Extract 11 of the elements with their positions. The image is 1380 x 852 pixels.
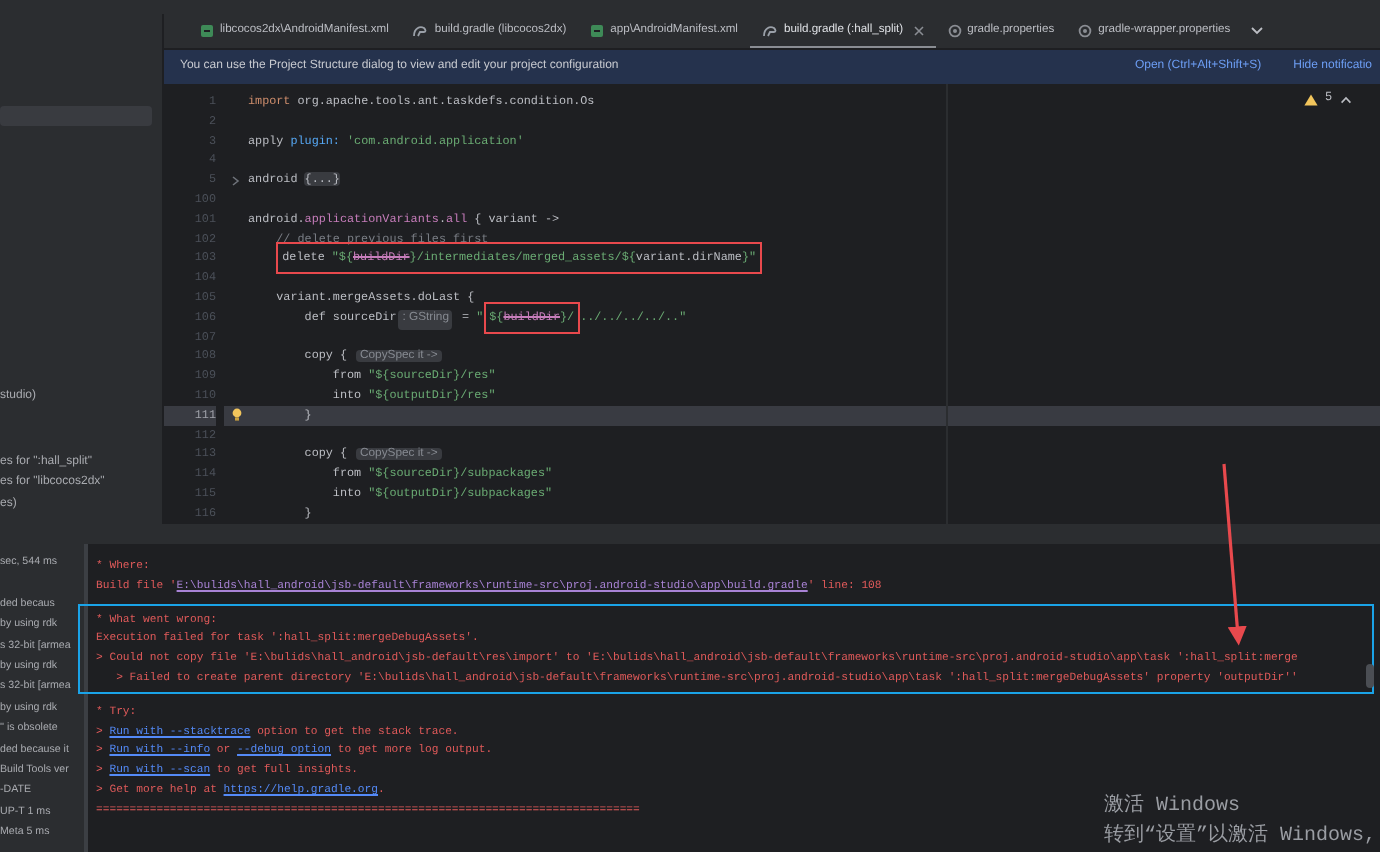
file-icon — [200, 23, 214, 37]
file-icon — [590, 23, 605, 37]
chevron-up-icon[interactable] — [1340, 95, 1352, 103]
activation-notice-text: 转到“设置”以激活 Windows, — [1103, 822, 1376, 852]
gear-icon — [947, 23, 962, 37]
activation-notice-title: 激活 Windows — [1103, 792, 1240, 822]
lightbulb-icon[interactable] — [231, 408, 241, 423]
gear-icon — [1078, 23, 1093, 37]
scrollbar-thumb[interactable] — [1366, 664, 1374, 688]
warning-icon — [1303, 93, 1318, 105]
close-icon[interactable] — [913, 25, 924, 35]
